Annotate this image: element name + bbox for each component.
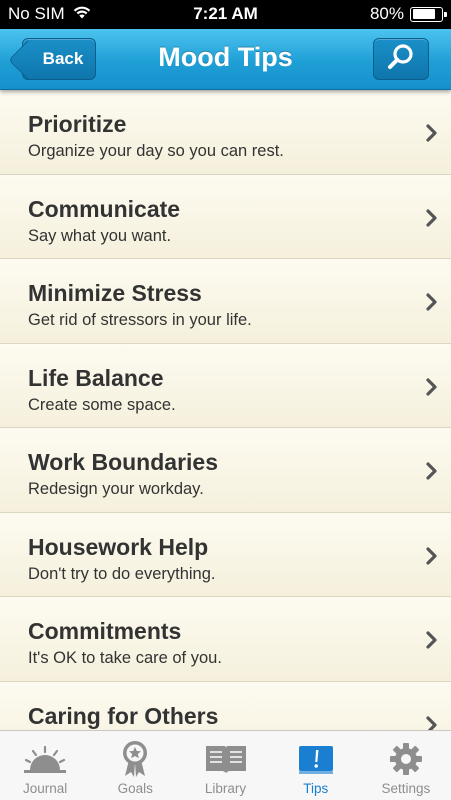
chevron-right-icon	[425, 630, 438, 655]
sunrise-icon	[24, 740, 67, 778]
battery-percent: 80%	[369, 4, 404, 23]
tip-subtitle: Get rid of stressors in your life.	[28, 311, 252, 329]
chevron-right-icon	[425, 377, 438, 402]
tab-bar: Journal Goals Library Tips Settings	[0, 730, 451, 800]
chevron-right-icon	[425, 461, 438, 486]
tab-label: Goals	[117, 781, 153, 796]
tip-row[interactable]: Caring for Others	[0, 681, 451, 730]
tab-journal[interactable]: Journal	[0, 731, 90, 800]
tip-subtitle: Create some space.	[28, 395, 176, 414]
tip-title: Caring for Others	[28, 702, 219, 729]
status-right: 80%	[369, 4, 447, 24]
book-icon	[204, 740, 248, 778]
tab-library[interactable]: Library	[180, 731, 270, 800]
tip-title: Prioritize	[28, 111, 127, 137]
exclamation-card-icon	[297, 740, 335, 778]
search-button[interactable]	[373, 38, 429, 80]
tab-goals[interactable]: Goals	[90, 731, 180, 800]
tip-row[interactable]: Prioritize Organize your day so you can r…	[0, 90, 451, 175]
tip-title: Commitments	[28, 618, 182, 644]
tip-row[interactable]: Minimize Stress Get rid of stressors in y…	[0, 259, 451, 344]
tip-subtitle: Say what you want.	[28, 226, 172, 245]
chevron-right-icon	[425, 292, 438, 317]
tip-title: Communicate	[28, 195, 181, 222]
tip-title: Housework Help	[28, 533, 209, 560]
battery-fill	[412, 9, 435, 19]
award-ribbon-icon	[120, 740, 150, 778]
tip-title: Life Balance	[28, 364, 164, 391]
tab-settings[interactable]: Settings	[361, 731, 451, 800]
tip-row[interactable]: Work Boundaries Redesign your workday.	[0, 428, 451, 513]
tab-label: Library	[204, 781, 247, 796]
search-icon	[386, 42, 416, 77]
tips-list: Prioritize Organize your day so you can r…	[0, 90, 451, 730]
tip-title: Minimize Stress	[28, 280, 202, 306]
tip-subtitle: Don't try to do everything.	[28, 564, 216, 583]
battery-icon	[410, 6, 447, 22]
tip-subtitle: Redesign your workday.	[28, 480, 204, 498]
tip-row[interactable]: Housework Help Don't try to do everything…	[0, 512, 451, 597]
tab-label: Settings	[381, 781, 431, 796]
tab-label: Tips	[303, 781, 329, 796]
navigation-bar: Back Mood Tips	[0, 29, 451, 90]
status-bar: No SIM 7:21 AM 80%	[0, 0, 451, 29]
tip-title: Work Boundaries	[28, 449, 218, 475]
tip-subtitle: Organize your day so you can rest.	[28, 142, 284, 160]
tip-row[interactable]: Communicate Say what you want.	[0, 174, 451, 259]
chevron-right-icon	[425, 546, 438, 571]
tip-row[interactable]: Life Balance Create some space.	[0, 343, 451, 428]
tab-label: Journal	[22, 781, 68, 796]
gear-icon	[389, 740, 423, 778]
tip-row[interactable]: Commitments It's OK to take care of you.	[0, 597, 451, 682]
chevron-right-icon	[425, 123, 438, 148]
tip-subtitle: It's OK to take care of you.	[28, 649, 222, 667]
tab-tips[interactable]: Tips	[271, 731, 361, 800]
chevron-right-icon	[425, 715, 438, 730]
chevron-right-icon	[425, 208, 438, 233]
